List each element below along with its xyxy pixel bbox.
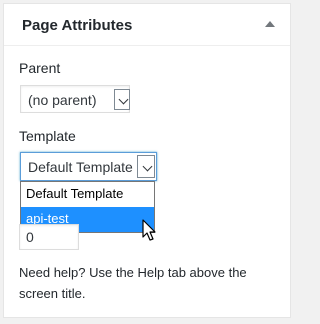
help-text: Need help? Use the Help tab above the sc…: [19, 265, 247, 301]
template-select[interactable]: Default Template: [20, 152, 157, 181]
caret-up-icon[interactable]: [265, 21, 275, 27]
parent-label: Parent: [19, 60, 61, 76]
panel-header[interactable]: Page Attributes: [4, 4, 290, 46]
parent-select-button[interactable]: [114, 89, 130, 110]
mouse-pointer-icon: [142, 219, 156, 241]
chevron-down-icon: [142, 161, 153, 172]
parent-select[interactable]: (no parent): [20, 85, 130, 113]
parent-select-value: (no parent): [28, 92, 97, 108]
template-label: Template: [19, 128, 76, 144]
panel-title: Page Attributes: [22, 17, 133, 34]
order-input[interactable]: [19, 224, 79, 250]
template-select-button[interactable]: [137, 155, 155, 178]
template-select-value: Default Template: [28, 159, 133, 175]
dropdown-option-default-template[interactable]: Default Template: [21, 182, 154, 207]
chevron-down-icon: [118, 94, 129, 105]
